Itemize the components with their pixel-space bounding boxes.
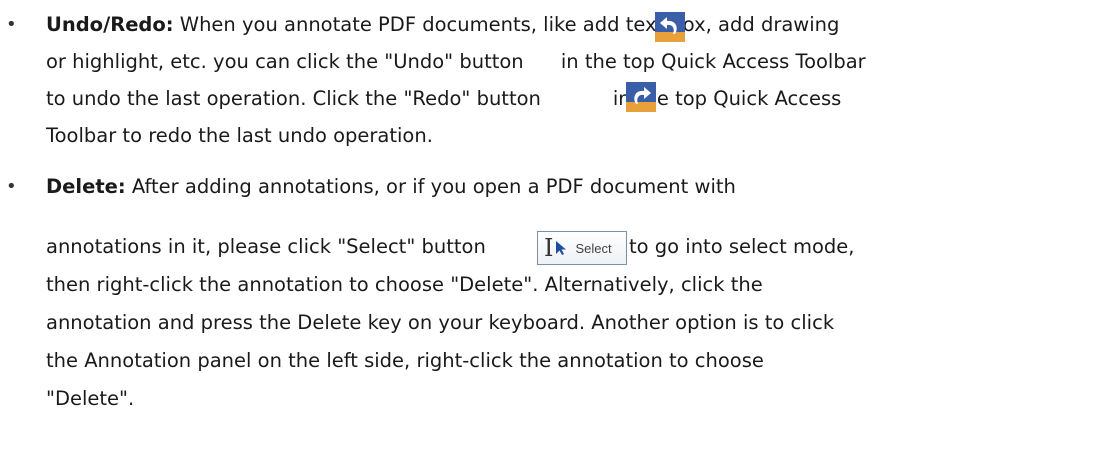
- undo-redo-text-4: Toolbar to redo the last undo operation.: [46, 124, 433, 147]
- delete-text-4: annotation and press the Delete key on y…: [46, 311, 835, 334]
- undo-redo-line-1: Undo/Redo: When you annotate PDF documen…: [46, 6, 839, 44]
- delete-line-5: the Annotation panel on the left side, r…: [46, 342, 764, 380]
- undo-redo-text-2b: in the top Quick Access Toolbar: [554, 50, 866, 73]
- undo-redo-text-1: When you annotate PDF documents, like ad…: [173, 13, 840, 36]
- delete-title: Delete:: [46, 175, 126, 198]
- delete-line-2: annotations in it, please click "Select"…: [46, 228, 486, 266]
- delete-text-5: the Annotation panel on the left side, r…: [46, 349, 764, 372]
- document-body: • Undo/Redo: When you annotate PDF docum…: [0, 0, 1114, 466]
- arrow-cursor-icon: [556, 241, 567, 255]
- select-button-label: Select: [575, 240, 612, 256]
- delete-line-1: Delete: After adding annotations, or if …: [46, 168, 736, 206]
- undo-redo-line-2: or highlight, etc. you can click the "Un…: [46, 43, 866, 81]
- undo-redo-text-3a: to undo the last operation. Click the "R…: [46, 87, 541, 110]
- delete-line-2-end: to go into select mode,: [629, 228, 854, 266]
- redo-icon: [626, 82, 656, 112]
- delete-text-2b: to go into select mode,: [629, 235, 855, 258]
- delete-line-3: then right-click the annotation to choos…: [46, 266, 763, 304]
- ibeam-cursor-icon: I: [544, 234, 554, 262]
- undo-redo-text-2a: or highlight, etc. you can click the "Un…: [46, 50, 524, 73]
- undo-redo-line-4: Toolbar to redo the last undo operation.: [46, 117, 433, 155]
- bullet-delete: •: [6, 176, 17, 197]
- select-tool-icon: I Select: [537, 231, 627, 265]
- undo-redo-title: Undo/Redo:: [46, 13, 174, 36]
- delete-text-2a: annotations in it, please click "Select"…: [46, 235, 486, 258]
- bullet-undo-redo: •: [6, 14, 17, 35]
- delete-text-3: then right-click the annotation to choos…: [46, 273, 763, 296]
- undo-icon: [655, 12, 685, 42]
- undo-redo-line-3: to undo the last operation. Click the "R…: [46, 80, 841, 118]
- delete-line-4: annotation and press the Delete key on y…: [46, 304, 834, 342]
- delete-line-6: "Delete".: [46, 380, 134, 418]
- delete-text-1: After adding annotations, or if you open…: [125, 175, 736, 198]
- delete-text-6: "Delete".: [46, 387, 135, 410]
